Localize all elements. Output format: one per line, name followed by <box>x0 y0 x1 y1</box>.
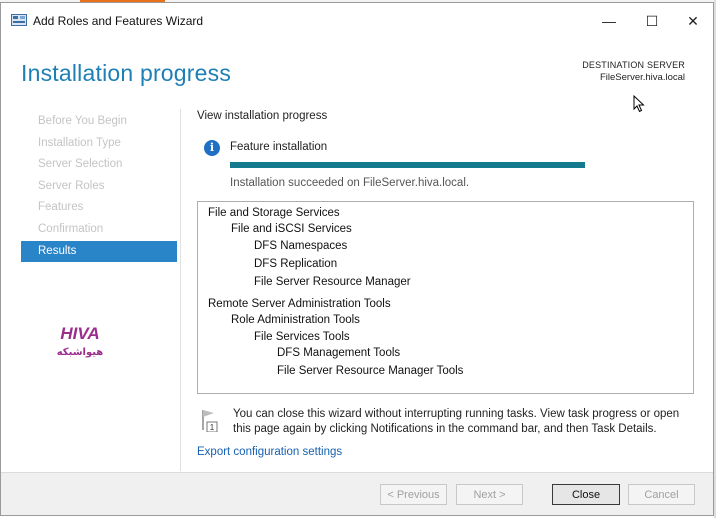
result-item: File and iSCSI Services <box>231 223 352 235</box>
logo-native: هیواشبکه <box>57 347 104 358</box>
result-item: DFS Management Tools <box>277 347 401 359</box>
wizard-step-nav: Before You Begin Installation Type Serve… <box>21 111 177 263</box>
previous-button[interactable]: < Previous <box>380 484 447 505</box>
result-item: File and Storage Services <box>208 207 340 219</box>
info-icon: i <box>204 140 220 156</box>
hiva-logo: HIVA هیواشبکه <box>57 324 104 358</box>
result-item: Role Administration Tools <box>231 314 360 326</box>
installation-status: Installation succeeded on FileServer.hiv… <box>230 177 470 189</box>
notification-flag-icon: 1 <box>202 410 218 432</box>
export-configuration-link[interactable]: Export configuration settings <box>197 446 342 458</box>
result-item: DFS Namespaces <box>254 240 348 252</box>
destination-server-name: FileServer.hiva.local <box>599 72 685 83</box>
destination-server-label: DESTINATION SERVER <box>582 60 685 70</box>
close-wizard-note: You can close this wizard without interr… <box>233 408 680 435</box>
result-item: File Server Resource Manager <box>254 276 411 288</box>
results-list[interactable]: File and Storage Services File and iSCSI … <box>197 201 694 394</box>
result-item: Remote Server Administration Tools <box>208 298 391 310</box>
installation-progress-bar <box>230 162 585 168</box>
result-item: File Server Resource Manager Tools <box>277 365 464 377</box>
feature-installation-label: Feature installation <box>230 141 328 153</box>
wizard-window: Add Roles and Features Wizard — ☐ ✕ Inst… <box>0 2 714 516</box>
notification-badge: 1 <box>210 423 215 432</box>
nav-item-server-roles[interactable]: Server Roles <box>21 176 177 198</box>
content-divider <box>180 109 181 471</box>
nav-item-results[interactable]: Results <box>21 240 177 263</box>
close-button[interactable]: Close <box>552 484 620 505</box>
result-item: DFS Replication <box>254 258 338 270</box>
nav-item-confirmation[interactable]: Confirmation <box>21 219 177 241</box>
mouse-pointer-icon <box>633 95 645 113</box>
close-window-button[interactable]: ✕ <box>673 9 713 33</box>
title-bar[interactable]: Add Roles and Features Wizard — ☐ ✕ <box>1 3 713 37</box>
result-item: File Services Tools <box>254 331 350 343</box>
next-button[interactable]: Next > <box>456 484 523 505</box>
window-title: Add Roles and Features Wizard <box>33 14 204 28</box>
logo-latin: HIVA <box>60 324 99 343</box>
server-manager-icon <box>11 14 27 26</box>
maximize-button[interactable]: ☐ <box>632 9 672 33</box>
nav-item-before-you-begin[interactable]: Before You Begin <box>21 111 177 133</box>
progress-fill <box>230 162 585 168</box>
page-title: Installation progress <box>21 60 232 86</box>
nav-item-installation-type[interactable]: Installation Type <box>21 133 177 155</box>
view-progress-label: View installation progress <box>197 110 328 122</box>
minimize-button[interactable]: — <box>589 9 629 33</box>
nav-item-features[interactable]: Features <box>21 197 177 219</box>
nav-item-server-selection[interactable]: Server Selection <box>21 154 177 176</box>
cancel-button[interactable]: Cancel <box>628 484 695 505</box>
